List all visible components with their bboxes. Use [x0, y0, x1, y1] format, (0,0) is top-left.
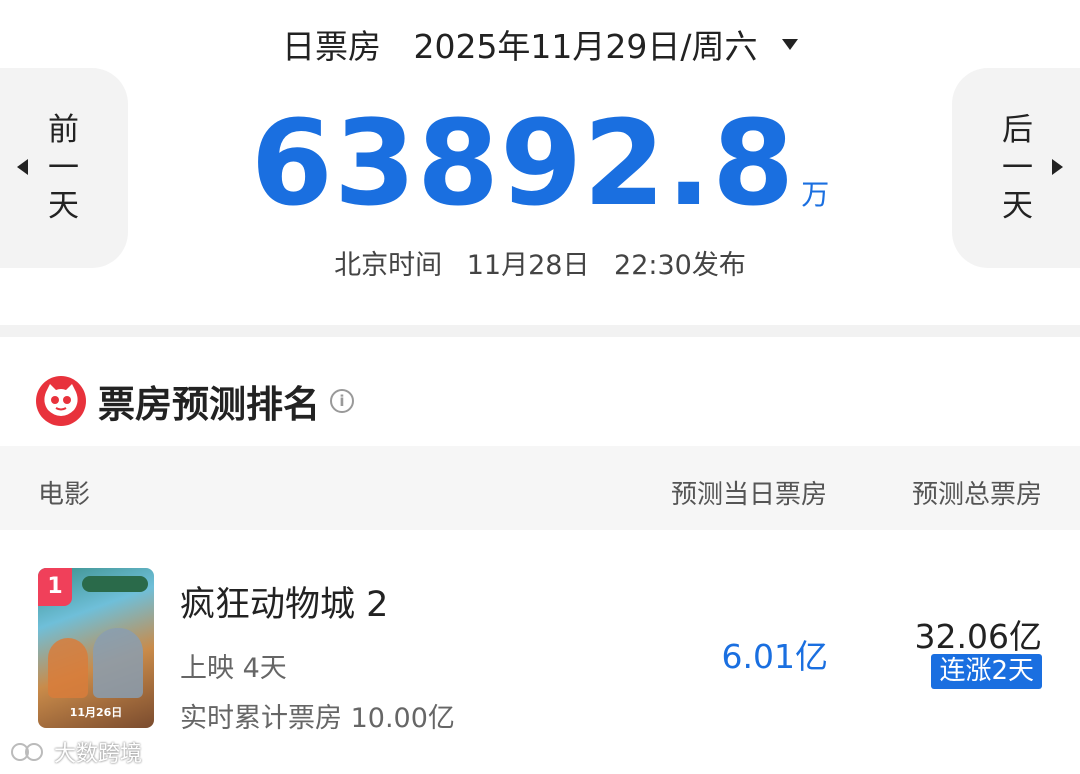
section-divider — [0, 325, 1080, 337]
daily-total-unit: 万 — [801, 178, 830, 211]
cumulative-box-office: 实时累计票房 10.00亿 — [180, 703, 455, 734]
selected-date: 2025年11月29日/周六 — [413, 27, 758, 66]
watermark: 大数跨境 — [10, 736, 142, 768]
poster-figure — [93, 628, 143, 698]
section-title: 票房预测排名 — [98, 383, 320, 426]
table-row[interactable]: 11月26日 1 疯狂动物城 2 上映 4天 实时累计票房 10.00亿 6.0… — [0, 530, 1080, 774]
poster-date: 11月26日 — [69, 706, 123, 719]
watermark-text: 大数跨境 — [54, 742, 143, 767]
daily-total-value: 63892.8 — [250, 94, 796, 232]
predicted-day-box-office: 6.01亿 — [721, 637, 828, 676]
trend-badge: 连涨2天 — [931, 654, 1042, 689]
poster-figure — [48, 638, 88, 698]
publish-time: 北京时间 11月28日 22:30发布 — [0, 243, 1080, 282]
date-type-label: 日票房 — [281, 27, 381, 66]
dropdown-caret-icon — [782, 39, 799, 50]
days-showing: 上映 4天 — [180, 653, 287, 684]
section-header: 票房预测排名 i — [36, 374, 354, 428]
rank-badge: 1 — [38, 568, 72, 606]
movie-poster[interactable]: 11月26日 1 — [38, 568, 154, 728]
date-selector[interactable]: 日票房 2025年11月29日/周六 — [0, 20, 1080, 68]
column-header-predicted-total[interactable]: 预测总票房 — [912, 474, 1042, 511]
watermark-logo-icon — [10, 740, 48, 764]
cat-logo-icon — [36, 376, 86, 426]
daily-total: 63892.8 万 — [0, 94, 1080, 232]
predicted-total-box-office: 32.06亿 — [914, 617, 1042, 656]
publish-time-value: 22:30发布 — [614, 250, 746, 281]
table-header: 电影 预测当日票房 预测总票房 — [0, 446, 1080, 530]
publish-zone: 北京时间 — [334, 250, 443, 281]
column-header-predicted-day[interactable]: 预测当日票房 — [671, 474, 827, 511]
info-icon[interactable]: i — [330, 389, 354, 413]
publish-date: 11月28日 — [466, 250, 590, 281]
movie-title[interactable]: 疯狂动物城 2 — [180, 576, 388, 627]
column-header-movie: 电影 — [38, 480, 91, 510]
poster-title-logo — [82, 576, 148, 592]
